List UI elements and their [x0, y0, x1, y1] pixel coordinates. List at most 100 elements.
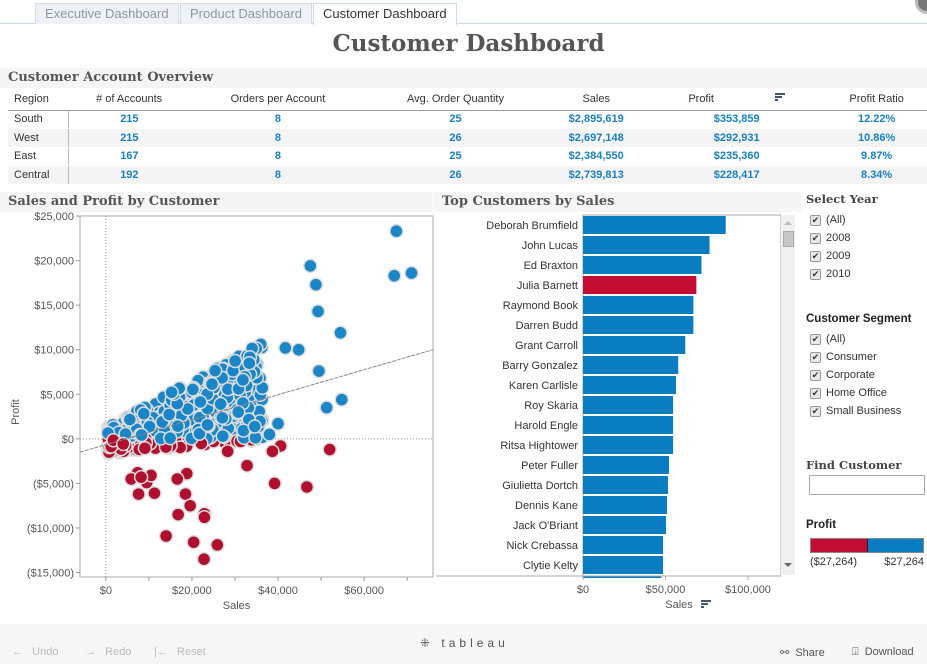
scatter-point	[207, 363, 223, 378]
region-cell[interactable]: East	[8, 147, 69, 166]
scatter-point	[322, 442, 337, 457]
year-option[interactable]: ✔ 2009	[806, 247, 878, 265]
tab-executive-dashboard[interactable]: Executive Dashboard	[35, 3, 179, 24]
sales-cell[interactable]: $2,895,619	[545, 110, 648, 129]
col-accounts[interactable]: # of Accounts	[68, 89, 191, 111]
scatter-point	[387, 268, 402, 283]
bar	[583, 516, 666, 534]
tab-product-dashboard[interactable]: Product Dashboard	[180, 3, 313, 24]
x-axis-title: Sales	[223, 600, 251, 612]
scatter-chart[interactable]: $25,000 $20,000 $15,000 $10,000 $5,000 $0 ($5,…	[0, 212, 436, 614]
col-avg-qty[interactable]: Avg. Order Quantity	[365, 89, 546, 111]
checkbox-checked-icon[interactable]: ✔	[810, 351, 821, 363]
tab-customer-dashboard[interactable]: Customer Dashboard	[313, 3, 457, 25]
scatter-point	[404, 265, 419, 281]
sales-cell[interactable]: $2,739,813	[545, 165, 648, 185]
year-option[interactable]: ✔ 2008	[806, 229, 878, 247]
scatter-point	[162, 430, 178, 446]
scatter-point	[242, 355, 257, 371]
scatter-point	[197, 510, 212, 525]
col-region[interactable]: Region	[8, 89, 68, 111]
orders-cell[interactable]: 8	[190, 128, 366, 148]
segment-option[interactable]: ✔ (All)	[806, 330, 911, 348]
profit-cell[interactable]: $292,931	[647, 128, 827, 148]
profit-legend-title: Profit	[806, 519, 837, 531]
avg-qty-cell[interactable]: 26	[365, 128, 546, 148]
undo-button[interactable]: ← Undo	[12, 646, 58, 658]
profit-ratio-cell[interactable]: 9.87%	[826, 147, 927, 166]
scatter-point	[196, 551, 212, 567]
scatter-point	[333, 325, 348, 341]
bar	[583, 356, 679, 374]
overview-table: Region # of Accounts Orders per Account …	[8, 89, 927, 185]
segment-option-label: Corporate	[826, 369, 875, 381]
col-orders[interactable]: Orders per Account	[190, 89, 366, 111]
sort-descending-icon[interactable]	[701, 600, 711, 608]
segment-option[interactable]: ✔ Small Business	[806, 402, 911, 420]
profit-cell[interactable]: $353,859	[647, 110, 827, 129]
scatter-point	[137, 440, 153, 456]
checkbox-checked-icon[interactable]: ✔	[810, 250, 821, 262]
checkbox-checked-icon[interactable]: ✔	[810, 232, 821, 244]
checkbox-checked-icon[interactable]: ✔	[810, 268, 821, 280]
profit-ratio-cell[interactable]: 8.34%	[826, 165, 927, 185]
avg-qty-cell[interactable]: 26	[365, 165, 546, 185]
sales-cell[interactable]: $2,697,148	[545, 128, 648, 148]
sales-cell[interactable]: $2,384,550	[545, 147, 648, 166]
col-sales[interactable]: Sales	[545, 89, 648, 111]
region-cell[interactable]: Central	[8, 165, 69, 185]
redo-button[interactable]: → Redo	[85, 646, 131, 658]
orders-cell[interactable]: 8	[190, 110, 366, 129]
orders-cell[interactable]: 8	[190, 165, 366, 185]
sort-descending-icon[interactable]	[775, 93, 786, 102]
year-option-label: 2008	[826, 232, 851, 244]
find-customer-input[interactable]	[809, 475, 925, 495]
scatter-point	[170, 507, 186, 522]
accounts-cell[interactable]: 215	[68, 110, 191, 129]
segment-option[interactable]: ✔ Corporate	[806, 366, 911, 384]
download-button[interactable]: ⍗ Download	[852, 646, 914, 659]
col-profit-ratio[interactable]: Profit Ratio	[826, 89, 927, 111]
region-cell[interactable]: West	[8, 128, 69, 148]
col-profit[interactable]: Profit	[647, 89, 827, 111]
scatter-point	[185, 382, 201, 397]
checkbox-checked-icon[interactable]: ✔	[810, 405, 821, 417]
y-tick-label: ($10,000)	[27, 523, 74, 535]
profit-ratio-cell[interactable]: 12.22%	[826, 110, 927, 129]
checkbox-checked-icon[interactable]: ✔	[810, 387, 821, 399]
avg-qty-cell[interactable]: 25	[365, 110, 546, 129]
share-button[interactable]: ⚯ Share	[780, 646, 825, 659]
scatter-point	[270, 416, 286, 431]
page-title: Customer Dashboard	[332, 30, 605, 57]
reset-button[interactable]: |← Reset	[154, 646, 206, 658]
accounts-cell[interactable]: 192	[68, 165, 191, 185]
segment-option-label: Small Business	[826, 405, 902, 417]
segment-option[interactable]: ✔ Consumer	[806, 348, 911, 366]
year-option[interactable]: ✔ (All)	[806, 211, 878, 229]
year-option[interactable]: ✔ 2010	[806, 265, 878, 283]
checkbox-checked-icon[interactable]: ✔	[810, 214, 821, 226]
bar-chart[interactable]: Deborah Brumfield John Lucas Ed Braxton Jul…	[436, 212, 781, 614]
accounts-cell[interactable]: 215	[68, 128, 191, 148]
profit-cell[interactable]: $235,360	[647, 147, 827, 166]
bar-chart-scrollbar[interactable]	[781, 215, 795, 575]
bar	[583, 256, 702, 274]
tableau-logo[interactable]: ⁜ tableau	[420, 636, 509, 650]
x-tick-label: $0	[100, 585, 112, 597]
scroll-down-icon[interactable]	[784, 563, 792, 567]
scroll-thumb[interactable]	[783, 231, 794, 247]
orders-cell[interactable]: 8	[190, 147, 366, 166]
segment-option[interactable]: ✔ Home Office	[806, 384, 911, 402]
scroll-up-icon[interactable]	[784, 221, 792, 225]
profit-ratio-cell[interactable]: 10.86%	[826, 128, 927, 148]
avg-qty-cell[interactable]: 25	[365, 147, 546, 166]
region-cell[interactable]: South	[8, 110, 69, 129]
accounts-cell[interactable]: 167	[68, 147, 191, 166]
legend-positive	[866, 539, 923, 552]
profit-cell[interactable]: $228,417	[647, 165, 827, 185]
corner-ornament-icon	[915, 0, 927, 14]
checkbox-checked-icon[interactable]: ✔	[810, 333, 821, 345]
scatter-point	[200, 417, 215, 433]
scatter-point	[247, 419, 262, 434]
checkbox-checked-icon[interactable]: ✔	[810, 369, 821, 381]
